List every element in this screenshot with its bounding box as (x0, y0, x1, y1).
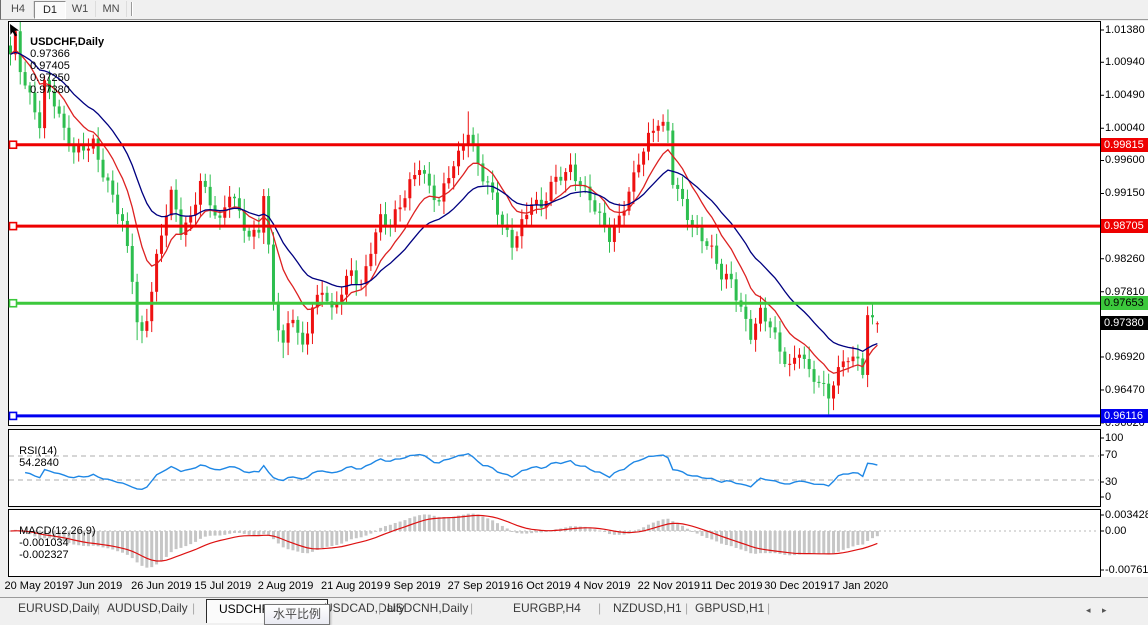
chart-symbol-label: USDCHF,Daily (30, 36, 105, 48)
date-axis-label: 26 Jun 2019 (131, 580, 192, 592)
price-axis-tick-label: 1.01380 (1105, 24, 1145, 36)
ohlc-open: 0.97366 (30, 48, 70, 60)
price-axis-tick-label: 0.99600 (1105, 154, 1145, 167)
date-axis-label: 21 Aug 2019 (321, 580, 383, 592)
rsi-axis-label: 0 (1105, 491, 1112, 503)
macd-axis-label: 0.00 (1105, 525, 1127, 537)
ohlc-close: 0.97380 (30, 84, 70, 96)
date-axis-label: 27 Sep 2019 (447, 580, 511, 592)
hline-handle[interactable] (8, 140, 18, 150)
hline-handle[interactable] (8, 221, 18, 231)
price-level-badge: 0.96116 (1101, 408, 1148, 423)
tab-separator: | (192, 601, 196, 615)
horizontal-scale-tooltip: 水平比例 (264, 604, 331, 625)
date-axis-label: 2 Aug 2019 (257, 580, 314, 592)
chart-tab-bar: USDCHF,Daily EURUSD,Daily AUDUSD,Daily USD… (0, 597, 1148, 625)
tab-separator: | (97, 601, 101, 615)
hline-handle[interactable] (8, 298, 18, 308)
tab-eurusd-daily[interactable]: EURUSD,Daily (18, 601, 99, 615)
tab-eurgbp-h4[interactable]: EURGBP,H4 (513, 601, 581, 615)
macd-axis-label: -0.007615 (1105, 564, 1148, 576)
rsi-title: RSI(14) (19, 445, 58, 457)
date-axis-label: 9 Sep 2019 (384, 580, 441, 592)
price-level-badge: 0.97653 (1101, 296, 1148, 311)
rsi-axis-label: 70 (1105, 449, 1118, 461)
timeframe-button-d1[interactable]: D1 (34, 1, 66, 19)
price-axis-tick-label: 0.99150 (1105, 187, 1145, 200)
main-chart-panel[interactable] (8, 21, 1101, 426)
tab-separator: | (598, 601, 602, 615)
hline-handle[interactable] (8, 411, 18, 421)
price-axis-tick-label: 1.00040 (1105, 122, 1145, 135)
date-axis-label: 11 Dec 2019 (700, 580, 763, 592)
rsi-panel[interactable] (8, 429, 1101, 507)
price-axis-tick-label: 1.00490 (1105, 89, 1145, 102)
price-level-badge: 0.98705 (1101, 219, 1148, 234)
timeframe-toolbar: H4 D1 W1 MN (0, 0, 1148, 20)
macd-signal-value: -0.002327 (19, 549, 69, 561)
price-level-badge: 0.97380 (1101, 316, 1148, 331)
price-axis-tick-label: 0.96470 (1105, 383, 1145, 396)
rsi-axis-label: 100 (1105, 432, 1124, 444)
tab-separator: | (470, 601, 474, 615)
tab-separator: | (685, 601, 689, 615)
timeframe-button-w1[interactable]: W1 (65, 1, 96, 17)
rsi-value: 54.2840 (19, 457, 59, 469)
date-axis-label: 30 Dec 2019 (764, 580, 827, 592)
macd-axis-label: 0.003428 (1105, 509, 1148, 521)
date-axis-label: 22 Nov 2019 (637, 580, 700, 592)
tab-scroll-left-icon[interactable]: ◂ (1086, 605, 1091, 616)
tab-gbpusd-h1[interactable]: GBPUSD,H1 (695, 601, 764, 615)
timeframe-button-mn[interactable]: MN (96, 1, 127, 17)
date-axis-label: 7 Jun 2019 (67, 580, 123, 592)
date-axis-label: 17 Jan 2020 (827, 580, 889, 592)
tab-audusd-daily[interactable]: AUDUSD,Daily (107, 601, 188, 615)
price-level-badge: 0.99815 (1101, 137, 1148, 152)
tab-separator: | (378, 601, 382, 615)
price-axis-tick-label: 0.98260 (1105, 252, 1145, 265)
ohlc-high: 0.97405 (30, 60, 70, 72)
rsi-axis-label: 30 (1105, 476, 1118, 488)
macd-header: MACD(12,26,9) -0.001034 -0.002327 (13, 513, 96, 561)
price-axis-tick-label: 0.96920 (1105, 350, 1145, 363)
chart-canvas[interactable] (0, 0, 1148, 624)
date-axis-label: 15 Jul 2019 (194, 580, 252, 592)
tab-nzdusd-h1[interactable]: NZDUSD,H1 (613, 601, 682, 615)
date-axis-label: 4 Nov 2019 (574, 580, 631, 592)
macd-main-value: -0.001034 (19, 537, 69, 549)
chart-title: USDCHF,Daily 0.97366 0.97405 0.97250 0.9… (24, 24, 104, 96)
price-axis-tick-label: 1.00940 (1105, 56, 1145, 69)
date-axis-label: 16 Oct 2019 (510, 580, 571, 592)
toolbar-separator (131, 2, 133, 16)
timeframe-button-h4[interactable]: H4 (3, 1, 34, 17)
macd-title: MACD(12,26,9) (19, 525, 96, 537)
rsi-header: RSI(14) 54.2840 (13, 433, 59, 469)
date-axis-label: 20 May 2019 (4, 580, 69, 592)
tab-scroll-right-icon[interactable]: ▸ (1102, 605, 1107, 616)
ohlc-low: 0.97250 (30, 72, 70, 84)
tab-separator: | (767, 601, 771, 615)
tab-usdcnh-daily[interactable]: USDCNH,Daily (387, 601, 468, 615)
